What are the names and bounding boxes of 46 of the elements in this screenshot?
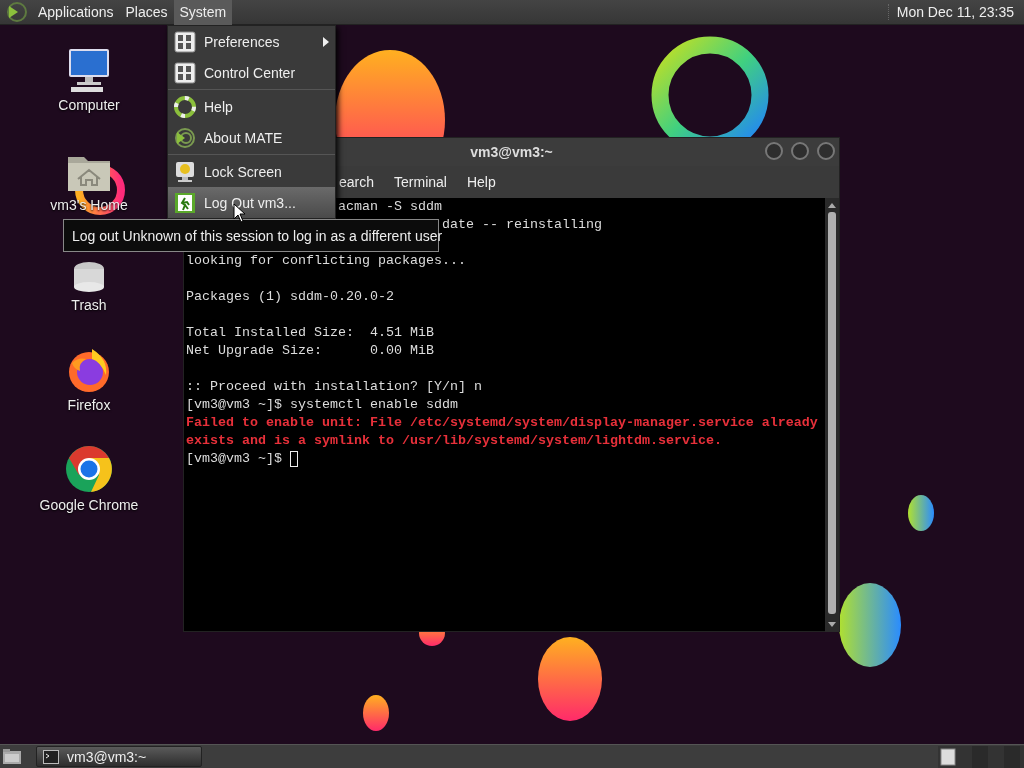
monitor-lock-icon <box>174 160 196 183</box>
desktop-icon-label[interactable]: Computer <box>58 97 120 113</box>
desktop-icon-label[interactable]: Trash <box>71 297 107 313</box>
menu-item[interactable]: Preferences <box>168 26 335 57</box>
lifebuoy-icon <box>174 95 196 118</box>
maximize-button[interactable] <box>791 142 809 160</box>
menu-item[interactable]: About MATE <box>168 122 335 153</box>
desktop-icon-label[interactable]: Google Chrome <box>39 497 139 513</box>
minimize-button[interactable] <box>765 142 783 160</box>
terminal-error-line: exists and is a symlink to /usr/lib/systemd/system/lightdm.service. <box>186 432 722 450</box>
submenu-arrow-icon <box>323 36 329 47</box>
menu-bar-item[interactable]: Terminal <box>394 174 447 190</box>
menu-item[interactable]: Help <box>168 91 335 122</box>
clock[interactable]: Mon Dec 11, 23:35 <box>887 4 1024 20</box>
sliders-icon <box>174 30 196 53</box>
terminal-line: looking for conflicting packages... <box>186 252 466 270</box>
menu-bar-item[interactable]: Help <box>466 174 496 190</box>
sliders-icon <box>174 61 196 84</box>
taskbar-button[interactable]: vm3@vm3:~ <box>36 746 202 767</box>
terminal-line: :: Proceed with installation? [Y/n] n <box>186 378 482 396</box>
mate-logo-icon <box>174 126 196 149</box>
workspace-switcher[interactable] <box>938 745 1024 768</box>
close-button[interactable] <box>817 142 835 160</box>
desktop-icon-label[interactable]: Firefox <box>67 397 111 413</box>
menu-bar-item[interactable]: earch <box>339 174 375 190</box>
terminal-line: date -- reinstalling <box>442 216 602 234</box>
terminal-error-line: Failed to enable unit: File /etc/systemd/system/display-manager.service already <box>186 414 818 432</box>
menu-item[interactable]: Lock Screen <box>168 156 335 187</box>
exit-icon <box>174 191 196 214</box>
panel-menu[interactable]: Places <box>119 0 174 25</box>
panel-menu[interactable]: Applications <box>32 0 120 25</box>
menu-item[interactable]: Control Center <box>168 57 335 88</box>
terminal-icon <box>43 749 59 764</box>
terminal-line: Packages (1) sddm-0.20.0-2 <box>186 288 394 306</box>
terminal-line: Net Upgrade Size: 0.00 MiB <box>186 342 434 360</box>
panel-menu[interactable]: System <box>173 0 233 25</box>
chrome-icon[interactable] <box>65 445 113 493</box>
scrollbar[interactable] <box>825 198 839 632</box>
terminal-line: acman -S sddm <box>338 198 442 216</box>
window-title: vm3@vm3:~ <box>470 144 553 160</box>
firefox-icon[interactable] <box>66 347 112 393</box>
show-desktop-icon[interactable] <box>2 746 22 767</box>
terminal-line: [vm3@vm3 ~]$ <box>186 450 283 468</box>
mate-logo-icon[interactable] <box>6 1 28 23</box>
terminal-line: [vm3@vm3 ~]$ systemctl enable sddm <box>186 396 458 414</box>
terminal-line: Total Installed Size: 4.51 MiB <box>186 324 434 342</box>
